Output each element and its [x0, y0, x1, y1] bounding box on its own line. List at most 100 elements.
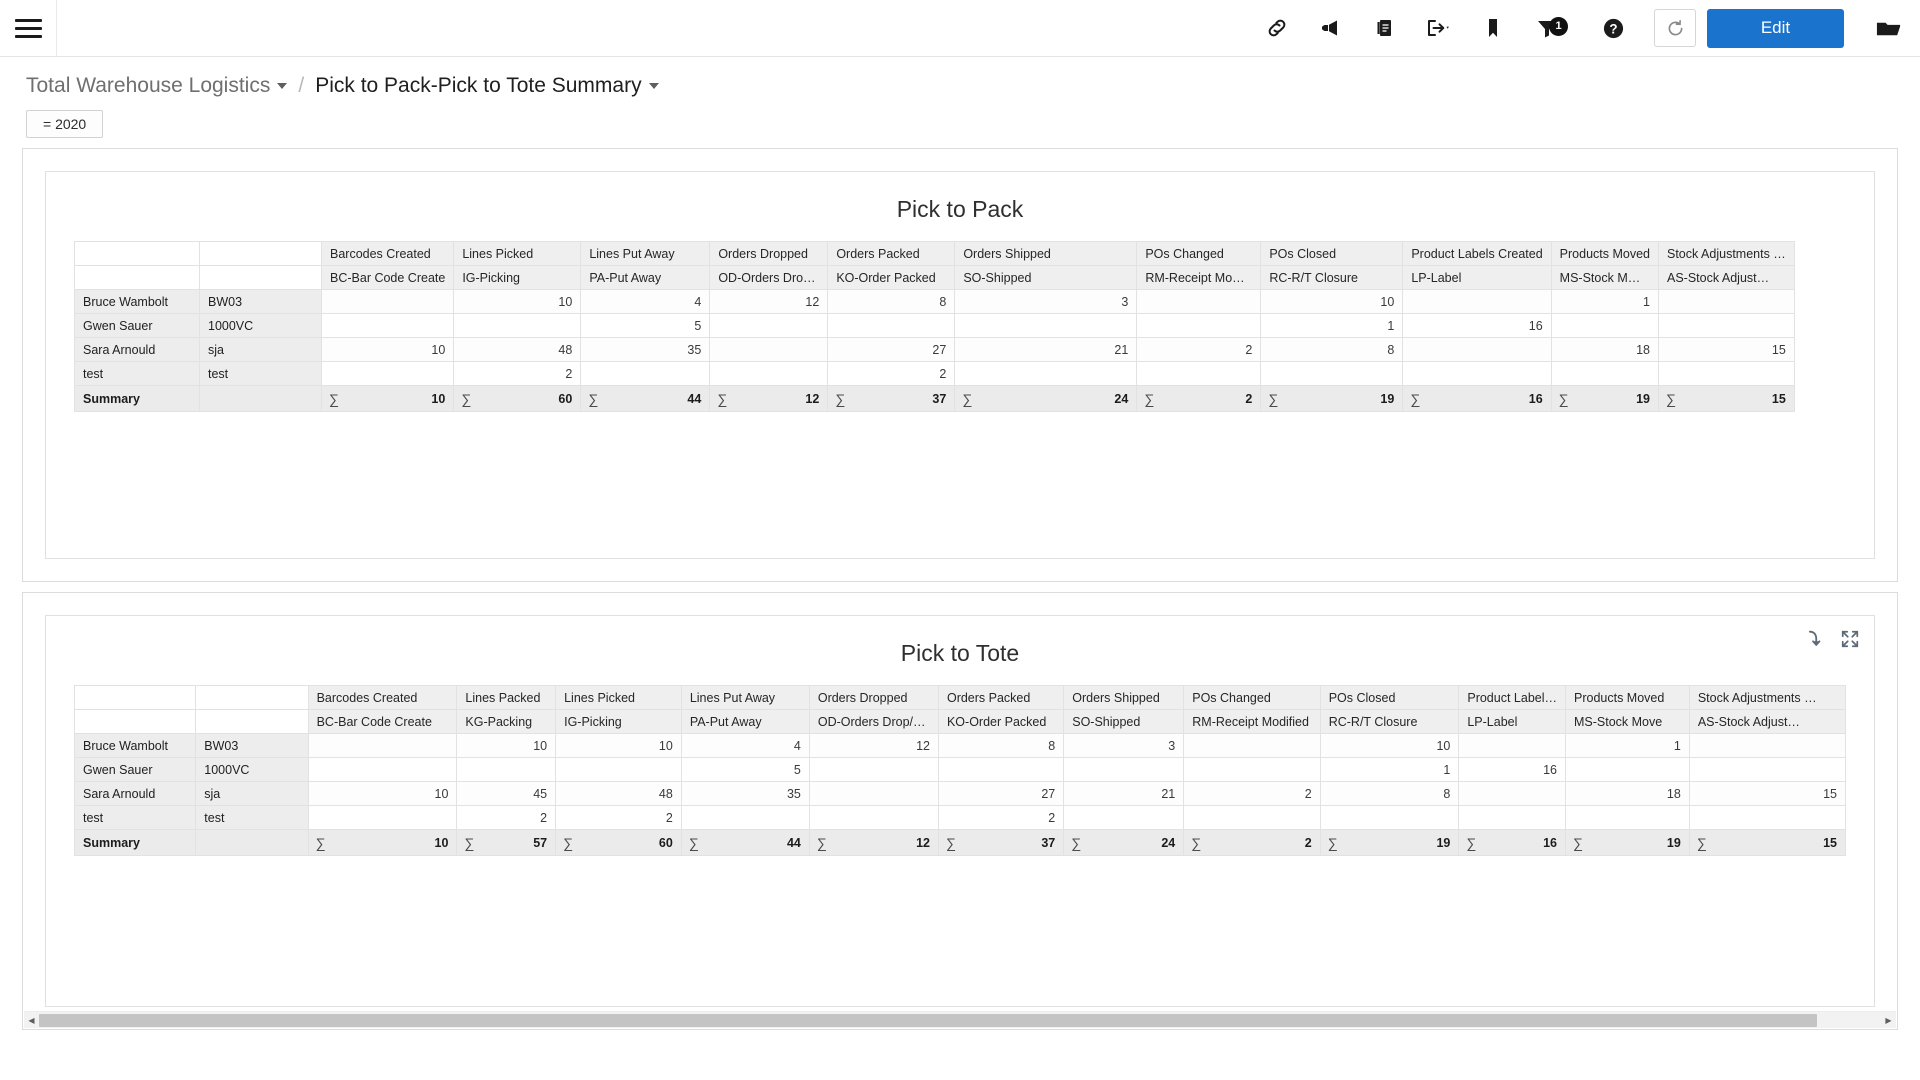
measure-cell[interactable] [1403, 290, 1551, 314]
document-icon[interactable] [1358, 0, 1412, 56]
measure-cell[interactable]: 5 [581, 314, 710, 338]
column-header-sub[interactable]: RM-Receipt Modified [1184, 710, 1320, 734]
measure-cell[interactable]: 48 [556, 782, 682, 806]
measure-cell[interactable] [1064, 806, 1184, 830]
measure-cell[interactable] [1320, 806, 1459, 830]
measure-cell[interactable] [809, 806, 938, 830]
table-row[interactable]: testtest22 [75, 362, 1795, 386]
edit-button[interactable]: Edit [1707, 9, 1844, 48]
measure-cell[interactable] [322, 314, 454, 338]
measure-cell[interactable] [809, 758, 938, 782]
breadcrumb-parent[interactable]: Total Warehouse Logistics [26, 74, 287, 98]
measure-cell[interactable] [1137, 362, 1261, 386]
measure-cell[interactable]: 18 [1566, 782, 1690, 806]
measure-cell[interactable] [556, 758, 682, 782]
column-header-sub[interactable]: LP-Label [1459, 710, 1566, 734]
measure-cell[interactable] [581, 362, 710, 386]
measure-cell[interactable] [955, 314, 1137, 338]
measure-cell[interactable]: 2 [938, 806, 1063, 830]
measure-cell[interactable] [955, 362, 1137, 386]
measure-cell[interactable] [1459, 806, 1566, 830]
help-icon[interactable]: ? [1586, 0, 1640, 56]
horizontal-scrollbar[interactable]: ◀ ▶ [24, 1011, 1896, 1028]
column-header-top[interactable]: Orders Shipped [1064, 686, 1184, 710]
breadcrumb-current[interactable]: Pick to Pack-Pick to Tote Summary [315, 74, 658, 98]
measure-cell[interactable]: 2 [828, 362, 955, 386]
column-header-top[interactable]: Orders Packed [828, 242, 955, 266]
measure-cell[interactable]: 1 [1551, 290, 1658, 314]
measure-cell[interactable]: 4 [581, 290, 710, 314]
measure-cell[interactable]: 10 [454, 290, 581, 314]
measure-cell[interactable]: 18 [1551, 338, 1658, 362]
scrollbar-thumb[interactable] [39, 1014, 1817, 1027]
measure-cell[interactable]: 35 [681, 782, 809, 806]
column-header-sub[interactable]: RC-R/T Closure [1320, 710, 1459, 734]
measure-cell[interactable] [1064, 758, 1184, 782]
measure-cell[interactable] [1403, 338, 1551, 362]
measure-cell[interactable] [322, 290, 454, 314]
measure-cell[interactable]: 12 [710, 290, 828, 314]
column-header-sub[interactable]: IG-Picking [556, 710, 682, 734]
column-header-sub[interactable]: KO-Order Packed [828, 266, 955, 290]
column-header-sub[interactable]: BC-Bar Code Create [308, 710, 457, 734]
measure-cell[interactable] [454, 314, 581, 338]
measure-cell[interactable] [710, 314, 828, 338]
filter-chip-year[interactable]: = 2020 [26, 110, 103, 138]
scrollbar-track[interactable] [39, 1012, 1881, 1029]
column-header-sub[interactable]: MS-Stock Move [1566, 710, 1690, 734]
measure-cell[interactable] [1137, 314, 1261, 338]
measure-cell[interactable] [938, 758, 1063, 782]
column-header-top[interactable]: Lines Put Away [581, 242, 710, 266]
measure-cell[interactable]: 27 [828, 338, 955, 362]
column-header-sub[interactable]: BC-Bar Code Create [322, 266, 454, 290]
measure-cell[interactable]: 2 [1184, 782, 1320, 806]
table-row[interactable]: Gwen Sauer1000VC5116 [75, 758, 1846, 782]
measure-cell[interactable] [1459, 734, 1566, 758]
measure-cell[interactable] [1659, 290, 1795, 314]
measure-cell[interactable]: 21 [1064, 782, 1184, 806]
scroll-left-arrow[interactable]: ◀ [24, 1012, 39, 1029]
column-header-sub[interactable]: RM-Receipt Mo… [1137, 266, 1261, 290]
column-header-sub[interactable]: KO-Order Packed [938, 710, 1063, 734]
measure-cell[interactable]: 10 [1320, 734, 1459, 758]
column-header-top[interactable]: Products Moved [1551, 242, 1658, 266]
measure-cell[interactable]: 2 [556, 806, 682, 830]
measure-cell[interactable]: 16 [1459, 758, 1566, 782]
column-header-top[interactable]: Barcodes Created [308, 686, 457, 710]
measure-cell[interactable]: 1 [1320, 758, 1459, 782]
download-arrow-icon[interactable] [1805, 628, 1822, 650]
measure-cell[interactable] [1551, 362, 1658, 386]
measure-cell[interactable]: 3 [955, 290, 1137, 314]
link-icon[interactable] [1250, 0, 1304, 56]
measure-cell[interactable] [1659, 362, 1795, 386]
measure-cell[interactable] [1184, 758, 1320, 782]
table-row[interactable]: Bruce WamboltBW03101041283101 [75, 734, 1846, 758]
measure-cell[interactable] [322, 362, 454, 386]
column-header-sub[interactable]: RC-R/T Closure [1261, 266, 1403, 290]
measure-cell[interactable]: 8 [1320, 782, 1459, 806]
column-header-sub[interactable]: SO-Shipped [1064, 710, 1184, 734]
measure-cell[interactable] [1551, 314, 1658, 338]
measure-cell[interactable]: 10 [1261, 290, 1403, 314]
measure-cell[interactable]: 2 [1137, 338, 1261, 362]
chevron-down-icon[interactable] [649, 83, 659, 89]
column-header-top[interactable]: Products Moved [1566, 686, 1690, 710]
measure-cell[interactable]: 8 [1261, 338, 1403, 362]
table-row[interactable]: testtest222 [75, 806, 1846, 830]
measure-cell[interactable] [1689, 806, 1845, 830]
measure-cell[interactable]: 15 [1689, 782, 1845, 806]
measure-cell[interactable]: 48 [454, 338, 581, 362]
measure-cell[interactable]: 3 [1064, 734, 1184, 758]
column-header-top[interactable]: POs Changed [1137, 242, 1261, 266]
column-header-top[interactable]: Lines Packed [457, 686, 556, 710]
column-header-top[interactable]: Orders Shipped [955, 242, 1137, 266]
megaphone-icon[interactable] [1304, 0, 1358, 56]
table-container-pick-to-pack[interactable]: Barcodes CreatedLines PickedLines Put Aw… [74, 241, 1846, 412]
measure-cell[interactable] [457, 758, 556, 782]
column-header-sub[interactable]: LP-Label [1403, 266, 1551, 290]
column-header-top[interactable]: Product Labels Created [1403, 242, 1551, 266]
measure-cell[interactable]: 1 [1261, 314, 1403, 338]
measure-cell[interactable]: 2 [457, 806, 556, 830]
measure-cell[interactable] [1459, 782, 1566, 806]
table-container-pick-to-tote[interactable]: Barcodes CreatedLines PackedLines Picked… [74, 685, 1846, 856]
